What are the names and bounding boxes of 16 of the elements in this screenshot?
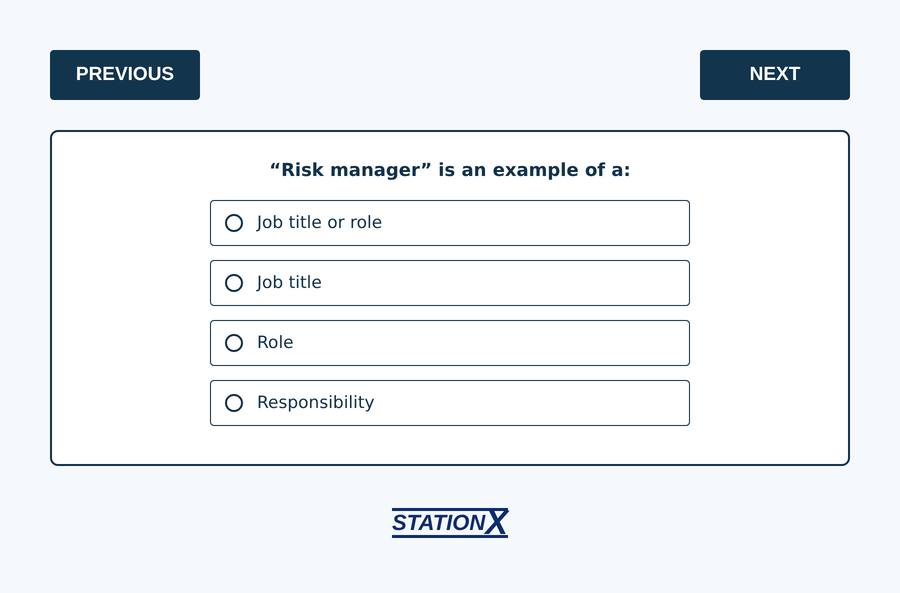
option-label: Job title or role xyxy=(257,213,382,233)
next-button[interactable]: NEXT xyxy=(700,50,850,100)
radio-button[interactable] xyxy=(225,274,243,292)
question-text: “Risk manager” is an example of a: xyxy=(269,159,631,183)
radio-button[interactable] xyxy=(225,394,243,412)
option-label: Job title xyxy=(257,273,322,293)
radio-button[interactable] xyxy=(225,334,243,352)
option-label: Responsibility xyxy=(257,393,375,413)
previous-button[interactable]: PREVIOUS xyxy=(50,50,200,100)
answer-option[interactable]: Role xyxy=(210,320,690,366)
answer-option[interactable]: Responsibility xyxy=(210,380,690,426)
answer-option[interactable]: Job title xyxy=(210,260,690,306)
radio-button[interactable] xyxy=(225,214,243,232)
option-label: Role xyxy=(257,333,294,353)
logo: STATIONX xyxy=(392,508,508,538)
answer-option[interactable]: Job title or role xyxy=(210,200,690,246)
